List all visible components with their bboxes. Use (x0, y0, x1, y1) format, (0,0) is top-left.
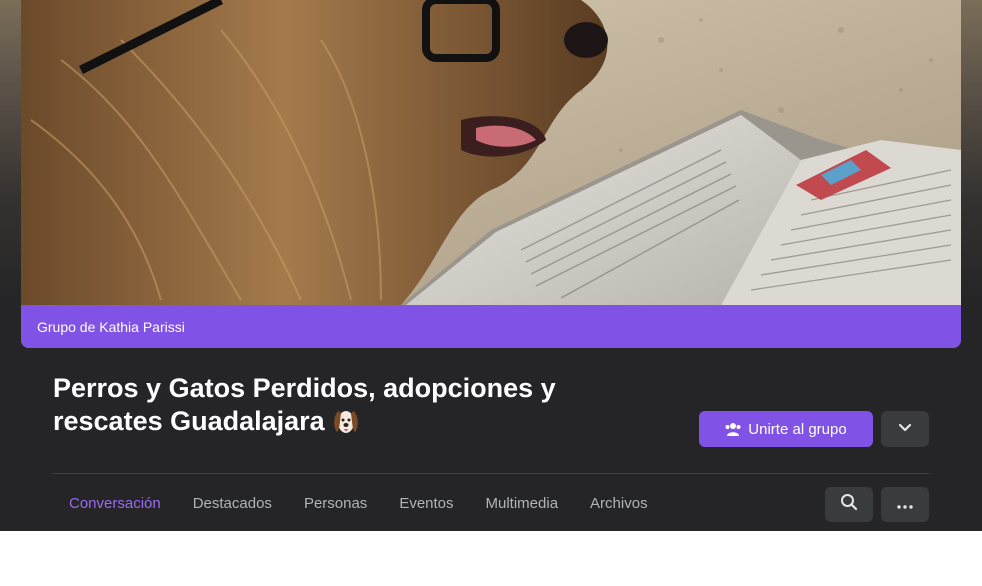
tab-personas[interactable]: Personas (288, 474, 383, 531)
more-dots-icon (897, 496, 913, 514)
page-title: Perros y Gatos Perdidos, adopciones y re… (53, 372, 613, 444)
group-options-dropdown-button[interactable] (881, 411, 929, 447)
group-tabs: Conversación Destacados Personas Eventos… (53, 474, 664, 531)
join-group-button[interactable]: Unirte al grupo (699, 411, 873, 447)
cover-image (21, 0, 961, 305)
tab-destacados[interactable]: Destacados (177, 474, 288, 531)
group-header: Grupo de Kathia Parissi Perros y Gatos P… (0, 0, 982, 531)
tab-archivos[interactable]: Archivos (574, 474, 664, 531)
chevron-down-icon (898, 420, 912, 438)
search-icon (840, 493, 858, 516)
tab-conversacion[interactable]: Conversación (53, 474, 177, 531)
group-owner-label[interactable]: Grupo de Kathia Parissi (21, 305, 961, 348)
tab-eventos[interactable]: Eventos (383, 474, 469, 531)
tab-multimedia[interactable]: Multimedia (470, 474, 575, 531)
cover-photo[interactable]: Grupo de Kathia Parissi (21, 0, 961, 348)
dog-face-emoji-icon (331, 406, 361, 444)
people-icon (725, 422, 741, 436)
group-title-text: Perros y Gatos Perdidos, adopciones y re… (53, 373, 556, 436)
search-button[interactable] (825, 487, 873, 522)
join-group-label: Unirte al grupo (748, 420, 847, 438)
more-options-button[interactable] (881, 487, 929, 522)
